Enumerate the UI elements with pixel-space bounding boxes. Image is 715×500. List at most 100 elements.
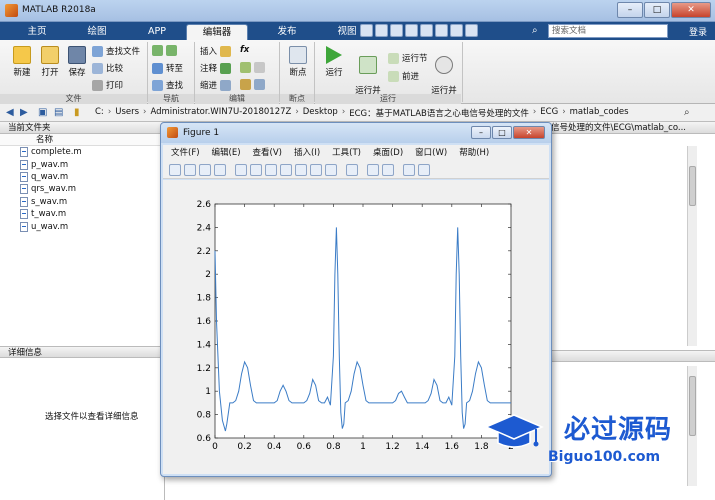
tab-apps[interactable]: APP: [126, 24, 188, 40]
crumb-matlab-codes[interactable]: matlab_codes: [570, 107, 629, 119]
menu-desktop[interactable]: 桌面(D): [373, 145, 403, 161]
back-icon[interactable]: ◀: [6, 107, 14, 118]
run-section-button[interactable]: 运行节: [388, 52, 428, 64]
open-button[interactable]: 打开: [36, 46, 64, 78]
file-item[interactable]: s_wav.m: [0, 196, 164, 208]
forward-icon[interactable]: ▶: [20, 107, 28, 118]
quick-redo-icon[interactable]: [435, 24, 448, 37]
menu-window[interactable]: 窗口(W): [415, 145, 447, 161]
file-name: q_wav.m: [31, 171, 69, 182]
tab-editor[interactable]: 编辑器: [186, 24, 248, 40]
crumb-users[interactable]: Users: [115, 107, 139, 119]
menu-view[interactable]: 查看(V): [253, 145, 282, 161]
save-button[interactable]: 保存: [64, 46, 90, 78]
rotate-3d-icon[interactable]: [295, 163, 307, 176]
fx-label: fx: [240, 45, 250, 55]
file-item[interactable]: q_wav.m: [0, 171, 164, 183]
crumb-separator-icon: ›: [295, 107, 299, 117]
crumb-project[interactable]: ECG：基于MATLAB语言之心电信号处理的文件: [349, 107, 529, 119]
fx-button[interactable]: fx: [240, 45, 249, 55]
new-figure-icon[interactable]: [169, 163, 181, 176]
find-files-button[interactable]: 查找文件: [92, 45, 140, 57]
quick-switch-windows-icon[interactable]: [450, 24, 463, 37]
compare-button[interactable]: 比较: [92, 62, 123, 74]
hide-plot-tools-icon[interactable]: [403, 163, 415, 176]
workspace-header: [545, 350, 715, 362]
save-figure-icon[interactable]: [199, 163, 211, 176]
advance-button[interactable]: 前进: [388, 70, 419, 82]
tab-publish[interactable]: 发布: [256, 24, 318, 40]
find-button[interactable]: 查找: [152, 79, 183, 91]
zoom-in-icon[interactable]: [250, 163, 262, 176]
pointer-icon[interactable]: [235, 163, 247, 176]
goto-button[interactable]: 转至: [152, 62, 183, 74]
back-nav-button[interactable]: [152, 45, 177, 56]
tab-plots[interactable]: 绘图: [66, 24, 128, 40]
breakpoints-button[interactable]: 断点: [284, 46, 312, 78]
menu-file[interactable]: 文件(F): [171, 145, 200, 161]
quick-save-icon[interactable]: [360, 24, 373, 37]
comment-button[interactable]: 注释: [200, 62, 232, 74]
zoom-out-icon[interactable]: [265, 163, 277, 176]
minimize-button[interactable]: –: [617, 2, 643, 18]
address-search-icon[interactable]: ⌕: [684, 107, 690, 118]
scrollbar-thumb[interactable]: [689, 376, 696, 436]
legend-icon[interactable]: [382, 163, 394, 176]
data-cursor-icon[interactable]: [310, 163, 322, 176]
scrollbar-thumb[interactable]: [689, 166, 696, 206]
menu-edit[interactable]: 编辑(E): [212, 145, 241, 161]
separator: [462, 42, 463, 102]
figure-maximize-button[interactable]: □: [492, 126, 512, 139]
browse-folder-icon[interactable]: ▤: [54, 107, 63, 118]
workspace-scrollbar[interactable]: [687, 366, 697, 486]
figure-close-button[interactable]: ✕: [513, 126, 545, 139]
crumb-desktop[interactable]: Desktop: [303, 107, 338, 119]
pan-hand-icon[interactable]: [280, 163, 292, 176]
maximize-button[interactable]: □: [644, 2, 670, 18]
compare-icon: [92, 62, 103, 74]
up-folder-icon[interactable]: ▣: [38, 107, 47, 118]
file-item[interactable]: t_wav.m: [0, 208, 164, 220]
crumb-user[interactable]: Administrator.WIN7U-20180127Z: [150, 107, 291, 119]
crumb-ecg[interactable]: ECG: [540, 107, 558, 119]
tab-home[interactable]: 主页: [6, 24, 68, 40]
quick-undo-icon[interactable]: [420, 24, 433, 37]
crumb-drive[interactable]: C:: [95, 107, 104, 119]
name-column-header[interactable]: 名称: [0, 134, 164, 146]
show-plot-tools-icon[interactable]: [418, 163, 430, 176]
search-input[interactable]: 搜索文档: [548, 24, 668, 38]
smart-indent-button[interactable]: [240, 79, 265, 90]
menu-help[interactable]: 帮助(H): [459, 145, 489, 161]
close-button[interactable]: ✕: [671, 2, 711, 18]
colorbar-icon[interactable]: [367, 163, 379, 176]
quick-copy-icon[interactable]: [390, 24, 403, 37]
figure-minimize-button[interactable]: –: [471, 126, 491, 139]
quick-paste-icon[interactable]: [405, 24, 418, 37]
menu-tools[interactable]: 工具(T): [332, 145, 361, 161]
watermark-chinese-text: 必过源码: [564, 415, 673, 445]
breadcrumb[interactable]: C: › Users › Administrator.WIN7U-20180127Z…: [95, 107, 629, 119]
print-figure-icon[interactable]: [214, 163, 226, 176]
login-link[interactable]: 登录: [689, 25, 707, 38]
brush-icon[interactable]: [325, 163, 337, 176]
file-item[interactable]: p_wav.m: [0, 158, 164, 170]
file-item[interactable]: u_wav.m: [0, 220, 164, 232]
folder-icon: ▮: [74, 107, 80, 118]
wrap-comment-button[interactable]: [240, 62, 265, 73]
new-button[interactable]: 新建: [8, 46, 36, 78]
run-button[interactable]: 运行: [320, 46, 348, 78]
print-button[interactable]: 打印: [92, 79, 123, 91]
link-plot-icon[interactable]: [346, 163, 358, 176]
file-item[interactable]: complete.m: [0, 146, 164, 158]
quick-cut-icon[interactable]: [375, 24, 388, 37]
insert-button[interactable]: 插入: [200, 45, 232, 57]
indent-button[interactable]: 缩进: [200, 79, 232, 91]
open-file-icon[interactable]: [184, 163, 196, 176]
file-item[interactable]: qrs_wav.m: [0, 183, 164, 195]
navigate-group-label: 导航: [148, 94, 194, 104]
menu-insert[interactable]: 插入(I): [294, 145, 320, 161]
quick-help-icon[interactable]: [465, 24, 478, 37]
breakpoints-group-label: 断点: [280, 94, 314, 104]
m-file-icon: [20, 171, 28, 182]
editor-scrollbar[interactable]: [687, 146, 697, 346]
